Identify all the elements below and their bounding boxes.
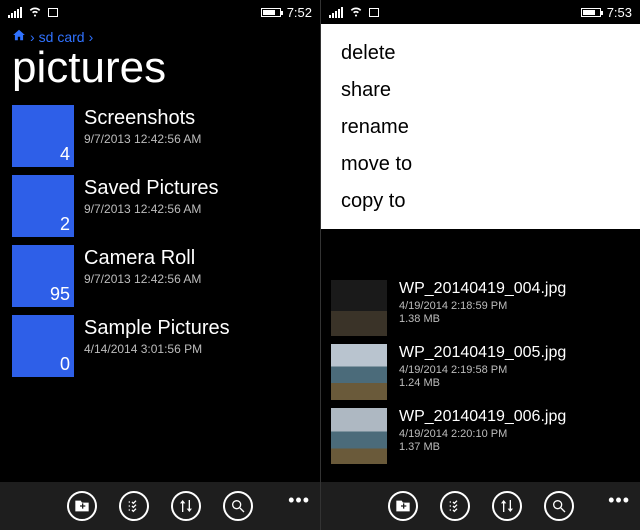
- file-size: 1.38 MB: [399, 313, 566, 325]
- breadcrumb[interactable]: › sd card ›: [0, 24, 320, 45]
- folder-tile[interactable]: 0: [12, 315, 74, 377]
- file-size: 1.24 MB: [399, 377, 566, 389]
- phone-screen-context-menu: 7:53 delete share rename move to copy to…: [321, 0, 640, 530]
- select-button[interactable]: [440, 491, 470, 521]
- signal-icon: [8, 7, 22, 18]
- file-thumbnail[interactable]: [331, 280, 387, 336]
- sim-icon: [369, 8, 379, 17]
- folder-date: 9/7/2013 12:42:56 AM: [84, 132, 201, 146]
- phone-screen-folders: 7:52 › sd card › pictures 4 Screen: [0, 0, 321, 530]
- folder-count: 4: [60, 144, 70, 165]
- file-date: 4/19/2014 2:19:58 PM: [399, 364, 566, 376]
- sort-button[interactable]: [171, 491, 201, 521]
- folder-count: 0: [60, 354, 70, 375]
- folder-item[interactable]: 0 Sample Pictures 4/14/2014 3:01:56 PM: [12, 315, 308, 377]
- folder-item[interactable]: 95 Camera Roll 9/7/2013 12:42:56 AM: [12, 245, 308, 307]
- status-bar: 7:53: [321, 0, 640, 24]
- menu-item-delete[interactable]: delete: [341, 42, 620, 65]
- search-button[interactable]: [544, 491, 574, 521]
- file-thumbnail[interactable]: [331, 344, 387, 400]
- file-item[interactable]: WP_20140419_006.jpg 4/19/2014 2:20:10 PM…: [331, 408, 630, 464]
- folder-count: 2: [60, 214, 70, 235]
- clock: 7:53: [607, 5, 632, 20]
- select-button[interactable]: [119, 491, 149, 521]
- app-bar: •••: [0, 482, 320, 530]
- new-folder-button[interactable]: [388, 491, 418, 521]
- folder-tile[interactable]: 2: [12, 175, 74, 237]
- folder-name: Sample Pictures: [84, 317, 230, 339]
- overflow-button[interactable]: •••: [608, 490, 630, 511]
- file-date: 4/19/2014 2:20:10 PM: [399, 428, 566, 440]
- overflow-button[interactable]: •••: [288, 490, 310, 511]
- folder-item[interactable]: 2 Saved Pictures 9/7/2013 12:42:56 AM: [12, 175, 308, 237]
- folder-item[interactable]: 4 Screenshots 9/7/2013 12:42:56 AM: [12, 105, 308, 167]
- file-name: WP_20140419_005.jpg: [399, 344, 566, 362]
- app-bar: •••: [321, 482, 640, 530]
- page-title: pictures: [0, 45, 320, 105]
- folder-name: Camera Roll: [84, 247, 201, 269]
- menu-item-copyto[interactable]: copy to: [341, 190, 620, 213]
- battery-icon: [261, 8, 281, 17]
- search-button[interactable]: [223, 491, 253, 521]
- sim-icon: [48, 8, 58, 17]
- folder-count: 95: [50, 284, 70, 305]
- file-item[interactable]: WP_20140419_005.jpg 4/19/2014 2:19:58 PM…: [331, 344, 630, 400]
- sort-button[interactable]: [492, 491, 522, 521]
- battery-icon: [581, 8, 601, 17]
- context-menu: delete share rename move to copy to: [321, 24, 640, 229]
- new-folder-button[interactable]: [67, 491, 97, 521]
- status-bar: 7:52: [0, 0, 320, 24]
- folder-tile[interactable]: 4: [12, 105, 74, 167]
- folder-tile[interactable]: 95: [12, 245, 74, 307]
- wifi-icon: [349, 4, 363, 20]
- menu-item-moveto[interactable]: move to: [341, 153, 620, 176]
- file-thumbnail[interactable]: [331, 408, 387, 464]
- folder-name: Screenshots: [84, 107, 201, 129]
- file-date: 4/19/2014 2:18:59 PM: [399, 300, 566, 312]
- menu-item-rename[interactable]: rename: [341, 116, 620, 139]
- folder-date: 4/14/2014 3:01:56 PM: [84, 342, 230, 356]
- file-size: 1.37 MB: [399, 441, 566, 453]
- file-name: WP_20140419_006.jpg: [399, 408, 566, 426]
- file-item[interactable]: WP_20140419_004.jpg 4/19/2014 2:18:59 PM…: [331, 280, 630, 336]
- signal-icon: [329, 7, 343, 18]
- folder-name: Saved Pictures: [84, 177, 219, 199]
- folder-date: 9/7/2013 12:42:56 AM: [84, 202, 219, 216]
- file-list: WP_20140419_004.jpg 4/19/2014 2:18:59 PM…: [321, 280, 640, 464]
- folder-date: 9/7/2013 12:42:56 AM: [84, 272, 201, 286]
- menu-item-share[interactable]: share: [341, 79, 620, 102]
- clock: 7:52: [287, 5, 312, 20]
- wifi-icon: [28, 4, 42, 20]
- file-name: WP_20140419_004.jpg: [399, 280, 566, 298]
- folder-list: 4 Screenshots 9/7/2013 12:42:56 AM 2 Sav…: [0, 105, 320, 377]
